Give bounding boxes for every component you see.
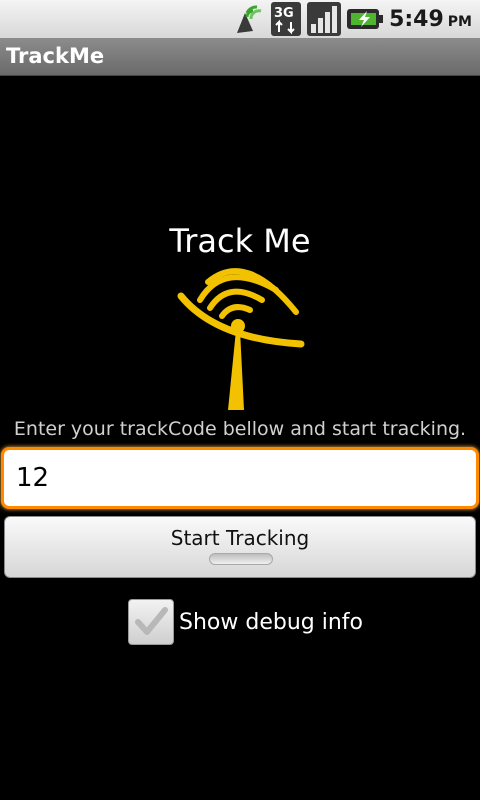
clock: 5:49 PM	[389, 7, 472, 32]
battery-charging-icon	[347, 9, 384, 29]
debug-toggle-row[interactable]: Show debug info	[128, 598, 363, 646]
cell-signal-icon	[307, 2, 342, 36]
debug-checkbox-label: Show debug info	[179, 609, 363, 635]
checkmark-icon	[135, 607, 168, 635]
debug-checkbox[interactable]	[128, 599, 174, 645]
status-bar: 3G 5:49 PM	[0, 0, 480, 38]
gps-signal-icon	[237, 5, 262, 33]
app-title: TrackMe	[6, 44, 105, 68]
trackcode-field-frame	[1, 447, 479, 509]
trackcode-input[interactable]	[4, 450, 476, 506]
status-icons: 3G 5:49 PM	[233, 0, 480, 38]
start-tracking-button[interactable]: Start Tracking	[4, 516, 476, 578]
clock-time: 5:49	[389, 6, 444, 32]
antenna-signal-icon	[177, 268, 305, 410]
button-indicator-light	[209, 553, 273, 565]
clock-ampm: PM	[447, 13, 472, 30]
start-tracking-label: Start Tracking	[170, 526, 310, 550]
network-type-text: 3G	[274, 6, 294, 21]
title-bar: TrackMe	[0, 38, 480, 76]
page-headline: Track Me	[169, 222, 311, 260]
3g-data-icon: 3G	[271, 2, 302, 36]
instructions-text: Enter your trackCode bellow and start tr…	[13, 418, 467, 440]
